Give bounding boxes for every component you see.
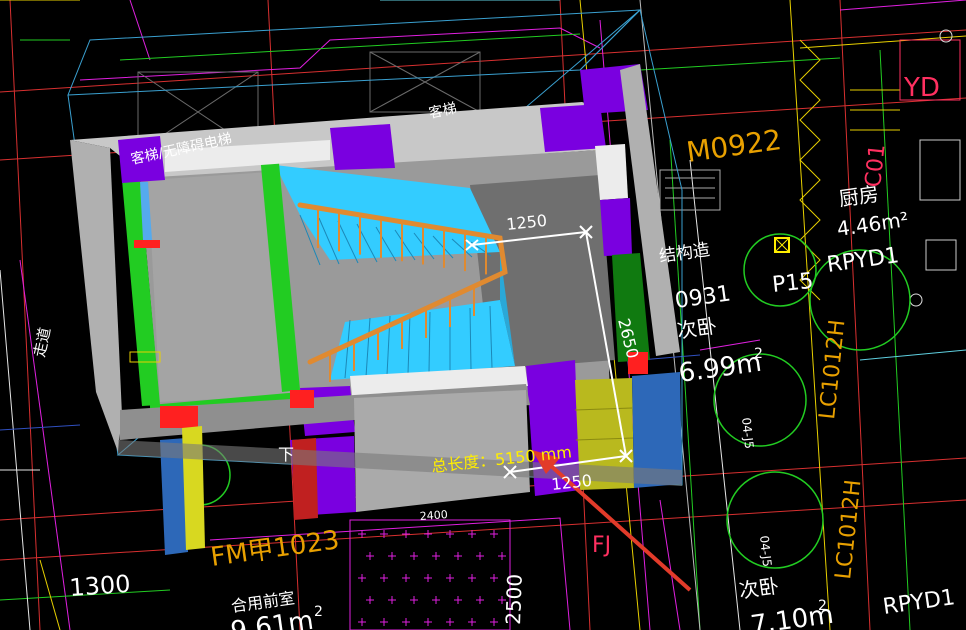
cad-viewport[interactable]: 客梯/无障碍电梯 客梯 M0922 结构造 走道 厨房 4.46m² 0931 … bbox=[0, 0, 966, 630]
label-sup-bathroom: 2 bbox=[314, 604, 323, 620]
red-block-1 bbox=[134, 240, 160, 248]
label-sup-b: 2 bbox=[818, 598, 827, 614]
wall-white-2 bbox=[595, 144, 628, 200]
label-dim-2500: 2500 bbox=[501, 573, 527, 625]
red-block-2 bbox=[290, 390, 314, 408]
label-sup-a: 2 bbox=[754, 346, 763, 362]
label-yd: YD bbox=[903, 73, 940, 103]
red-block-3 bbox=[160, 406, 198, 428]
label-fj: FJ bbox=[592, 533, 611, 558]
label-column-p15: P15 bbox=[771, 269, 815, 298]
label-dim-1300: 1300 bbox=[68, 570, 131, 602]
label-dim-2400: 2400 bbox=[419, 508, 448, 523]
label-c01: C01 bbox=[861, 143, 890, 189]
label-down: 下 bbox=[278, 445, 294, 464]
column-right-purple bbox=[600, 198, 632, 256]
column-purple-2 bbox=[330, 124, 395, 170]
